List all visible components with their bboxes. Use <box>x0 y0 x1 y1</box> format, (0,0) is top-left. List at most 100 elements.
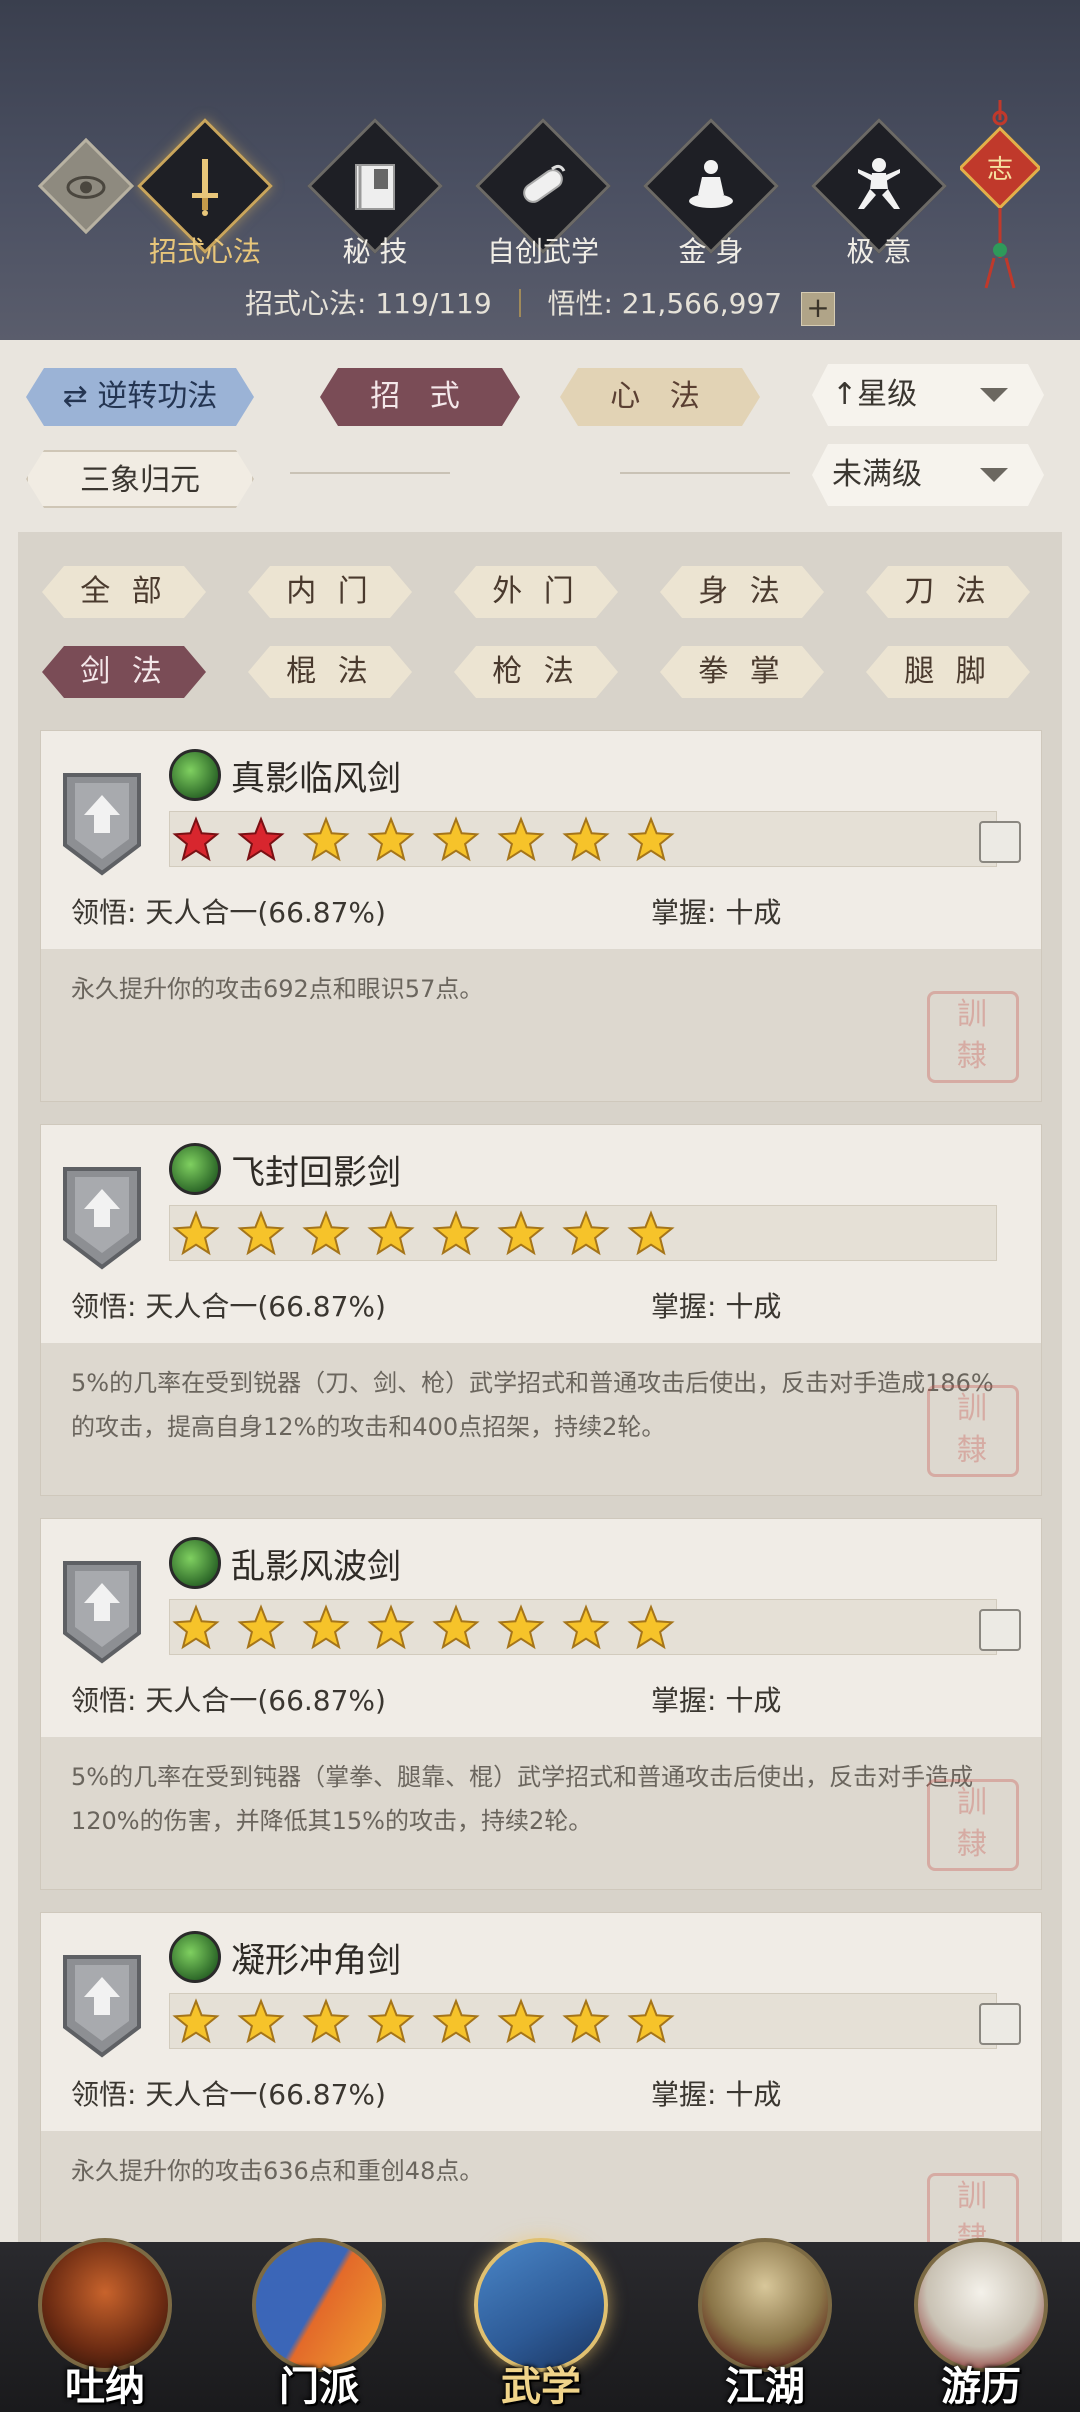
monk-icon <box>38 2238 172 2372</box>
tab-mind[interactable]: 心 法 <box>560 368 760 426</box>
filter-footwork[interactable]: 身 法 <box>660 566 824 618</box>
gold-star-icon <box>237 1604 285 1650</box>
gold-star-icon <box>237 1998 285 2044</box>
skill-name: 凝形冲角剑 <box>231 1941 401 1981</box>
mastery-value: 十成 <box>725 1290 782 1323</box>
nav-label: 自创武学 <box>486 235 599 268</box>
mastery-label: 掌握: <box>651 896 717 929</box>
sword-skill-icon <box>169 1143 221 1195</box>
chevron-down-icon <box>980 468 1008 482</box>
seal-stamp-icon: 訓隸 <box>927 1779 1019 1871</box>
filter-blade[interactable]: 刀 法 <box>866 566 1030 618</box>
insight-label: 领悟: <box>71 1684 137 1717</box>
filter-outer[interactable]: 外 门 <box>454 566 618 618</box>
comprehension-value: 21,566,997 <box>621 287 783 320</box>
sanxiang-button[interactable]: 三象归元 <box>26 450 254 508</box>
gold-star-icon <box>432 816 480 862</box>
skill-card-1[interactable]: 真影临风剑 领悟: 天人合一(66.87%) 掌握: 十成 永久提升你的攻击69… <box>40 730 1042 1102</box>
skill-card-2[interactable]: 飞封回影剑 领悟: 天人合一(66.87%) 掌握: 十成 5%的几率在受到锐器… <box>40 1124 1042 1496</box>
filter-spear[interactable]: 枪 法 <box>454 646 618 698</box>
gold-star-icon <box>172 1604 220 1650</box>
insight-value: 天人合一(66.87%) <box>145 1290 386 1323</box>
gold-star-icon <box>237 1210 285 1256</box>
level-filter-dropdown[interactable]: 未满级 <box>812 444 1044 506</box>
seal-stamp-icon: 訓隸 <box>927 1385 1019 1477</box>
insight-label: 领悟: <box>71 2078 137 2111</box>
nav-tab-moves-mind[interactable]: 招式心法 <box>120 118 290 280</box>
skill-detail-icon[interactable] <box>979 1609 1021 1651</box>
mastery: 掌握: 十成 <box>651 1679 781 1719</box>
star-rating <box>169 1205 997 1261</box>
mastery-label: 掌握: <box>651 1684 717 1717</box>
bottom-tab-martial-arts[interactable]: 武学 <box>466 2228 616 2412</box>
moves-count-value: 119/119 <box>375 287 492 320</box>
gold-star-icon <box>497 1998 545 2044</box>
gold-star-icon <box>367 816 415 862</box>
red-star-icon <box>237 816 285 862</box>
add-comprehension-button[interactable]: + <box>801 292 836 326</box>
skill-description: 5%的几率在受到锐器（刀、剑、枪）武学招式和普通攻击后使出，反击对手造成186%… <box>41 1343 1041 1495</box>
skill-card-3[interactable]: 乱影风波剑 领悟: 天人合一(66.87%) 掌握: 十成 5%的几率在受到钝器… <box>40 1518 1042 1890</box>
bottom-tab-breathing[interactable]: 吐纳 <box>30 2228 180 2412</box>
meditation-icon <box>689 160 733 208</box>
comprehension-label: 悟性: <box>547 287 613 320</box>
chevron-down-icon <box>980 388 1008 402</box>
insight-value: 天人合一(66.87%) <box>145 2078 386 2111</box>
mastery: 掌握: 十成 <box>651 2073 781 2113</box>
sort-dropdown[interactable]: ↑星级 <box>812 364 1044 426</box>
bottom-tab-jianghu[interactable]: 江湖 <box>690 2228 840 2412</box>
upgrade-badge-icon[interactable] <box>59 1163 145 1273</box>
skill-card-4[interactable]: 凝形冲角剑 领悟: 天人合一(66.87%) 掌握: 十成 永久提升你的攻击63… <box>40 1912 1042 2242</box>
gold-star-icon <box>302 1604 350 1650</box>
nav-label: 招式心法 <box>148 235 261 268</box>
upgrade-badge-icon[interactable] <box>59 769 145 879</box>
gold-star-icon <box>562 1210 610 1256</box>
tab-moves[interactable]: 招 式 <box>320 368 520 426</box>
skill-detail-icon[interactable] <box>979 821 1021 863</box>
filter-fist[interactable]: 拳 掌 <box>660 646 824 698</box>
eye-icon <box>66 175 106 199</box>
filter-all[interactable]: 全 部 <box>42 566 206 618</box>
gold-star-icon <box>562 816 610 862</box>
mastery: 掌握: 十成 <box>651 1285 781 1325</box>
nav-tab-ultimate-intent[interactable]: 极 意 <box>794 118 964 280</box>
gold-star-icon <box>367 1604 415 1650</box>
svg-text:志: 志 <box>987 155 1013 185</box>
insight: 领悟: 天人合一(66.87%) <box>71 1285 386 1325</box>
skill-description: 永久提升你的攻击636点和重创48点。 <box>41 2131 1041 2242</box>
nav-tab-self-created[interactable]: 自创武学 <box>458 118 628 280</box>
charm-icon[interactable]: 志 <box>960 100 1040 300</box>
filter-sword[interactable]: 剑 法 <box>42 646 206 698</box>
nav-tab-secret-skills[interactable]: 秘 技 <box>290 118 460 280</box>
insight: 领悟: 天人合一(66.87%) <box>71 891 386 931</box>
nav-label: 极 意 <box>846 235 912 268</box>
white-horse-icon <box>914 2238 1048 2372</box>
skill-detail-icon[interactable] <box>979 2003 1021 2045</box>
sword-skill-icon <box>169 749 221 801</box>
star-rating <box>169 1599 997 1655</box>
upgrade-badge-icon[interactable] <box>59 1557 145 1667</box>
up-arrow-icon: ↑ <box>832 377 858 412</box>
straw-hat-icon <box>698 2238 832 2372</box>
filter-staff[interactable]: 棍 法 <box>248 646 412 698</box>
star-rating <box>169 1993 997 2049</box>
sword-icon <box>192 159 218 216</box>
filter-legs[interactable]: 腿 脚 <box>866 646 1030 698</box>
filter-inner[interactable]: 内 门 <box>248 566 412 618</box>
book-icon <box>355 164 395 210</box>
gold-star-icon <box>627 1210 675 1256</box>
mastery-label: 掌握: <box>651 2078 717 2111</box>
nav-tab-golden-body[interactable]: 金 身 <box>626 118 796 280</box>
skill-description: 5%的几率在受到钝器（掌拳、腿靠、棍）武学招式和普通攻击后使出，反击对手造成12… <box>41 1737 1041 1889</box>
manual-book-icon <box>474 2238 608 2372</box>
bottom-tab-travel[interactable]: 游历 <box>906 2228 1056 2412</box>
reverse-technique-button[interactable]: ⇄ 逆转功法 <box>26 368 254 426</box>
stat-line: 招式心法: 119/119 悟性: 21,566,997 + <box>0 282 1080 326</box>
insight: 领悟: 天人合一(66.87%) <box>71 1679 386 1719</box>
scroll-icon <box>523 164 566 203</box>
sword-skill-icon <box>169 1931 221 1983</box>
bottom-tab-sect[interactable]: 门派 <box>244 2228 394 2412</box>
upgrade-badge-icon[interactable] <box>59 1951 145 2061</box>
gold-star-icon <box>562 1998 610 2044</box>
nav-label: 金 身 <box>678 235 744 268</box>
